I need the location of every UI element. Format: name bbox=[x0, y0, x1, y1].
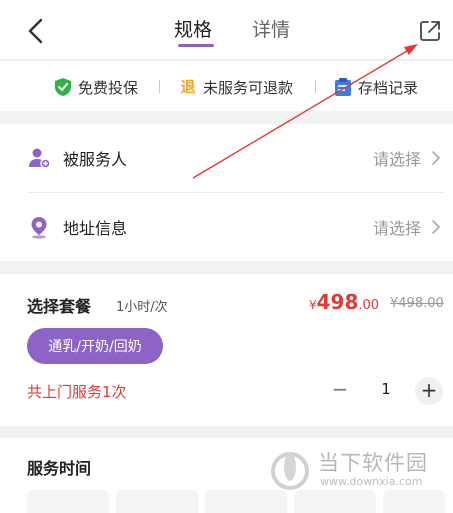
package-card: 选择套餐 1小时/次 ¥498.00 ¥498.00 通乳/开奶/回奶 共上门服… bbox=[0, 274, 453, 426]
row-select: 请选择 bbox=[373, 193, 441, 261]
watermark-url: www.downxia.com bbox=[320, 475, 423, 488]
chevron-right-icon bbox=[432, 220, 440, 234]
watermark-name: 当下软件园 bbox=[318, 451, 428, 475]
chevron-right-icon bbox=[432, 151, 440, 165]
price-currency: ¥ bbox=[309, 298, 317, 312]
refund-icon: 退 bbox=[180, 78, 196, 96]
tab-bar: 规格 详情 bbox=[0, 0, 453, 60]
location-pin-icon bbox=[31, 217, 47, 239]
row-service-recipient[interactable]: 被服务人 请选择 bbox=[27, 124, 445, 192]
guarantee-label: 存档记录 bbox=[358, 78, 419, 97]
row-select: 请选择 bbox=[373, 124, 441, 192]
watermark-logo-icon bbox=[271, 452, 309, 490]
row-label: 被服务人 bbox=[63, 150, 128, 169]
shield-check-icon bbox=[55, 78, 71, 96]
tab-spec[interactable]: 规格 bbox=[174, 17, 212, 43]
quantity-decrease-button[interactable]: − bbox=[330, 378, 350, 402]
price-integer: 498 bbox=[316, 290, 359, 314]
quantity-increase-button[interactable]: + bbox=[415, 377, 443, 405]
quantity-value: 1 bbox=[381, 380, 391, 398]
top-nav-bar: 规格 详情 bbox=[0, 0, 453, 60]
time-slot[interactable] bbox=[116, 490, 198, 513]
clipboard-icon bbox=[335, 78, 351, 96]
current-price: ¥498.00 bbox=[309, 290, 379, 314]
guarantee-strip: 免费投保 退 未服务可退款 存档记录 bbox=[0, 61, 453, 111]
recipient-address-card: 被服务人 请选择 地址信息 请选择 bbox=[0, 124, 453, 261]
divider bbox=[159, 80, 160, 93]
guarantee-insurance: 免费投保 bbox=[54, 76, 138, 98]
original-price: ¥498.00 bbox=[390, 296, 444, 311]
guarantee-archive: 存档记录 bbox=[334, 76, 418, 98]
visit-count-text: 共上门服务1次 bbox=[27, 383, 127, 401]
active-tab-indicator bbox=[178, 44, 214, 47]
guarantee-label: 免费投保 bbox=[78, 78, 139, 97]
time-slot[interactable] bbox=[27, 490, 109, 513]
guarantee-refund: 退 未服务可退款 bbox=[179, 76, 293, 98]
row-label: 地址信息 bbox=[63, 219, 128, 238]
package-title: 选择套餐 bbox=[27, 297, 92, 316]
share-external-icon bbox=[420, 21, 440, 41]
share-button[interactable] bbox=[418, 19, 442, 43]
package-option-chip[interactable]: 通乳/开奶/回奶 bbox=[27, 328, 163, 364]
row-address[interactable]: 地址信息 请选择 bbox=[27, 193, 445, 261]
row-value: 请选择 bbox=[372, 150, 421, 169]
package-unit: 1小时/次 bbox=[116, 300, 168, 315]
price-decimal: .00 bbox=[358, 298, 380, 313]
divider bbox=[315, 80, 316, 93]
watermark: 当下软件园 www.downxia.com bbox=[268, 445, 438, 495]
guarantee-label: 未服务可退款 bbox=[203, 78, 294, 97]
tab-details[interactable]: 详情 bbox=[252, 17, 290, 43]
person-add-icon bbox=[29, 148, 51, 169]
service-time-title: 服务时间 bbox=[27, 459, 92, 478]
row-value: 请选择 bbox=[372, 219, 421, 238]
